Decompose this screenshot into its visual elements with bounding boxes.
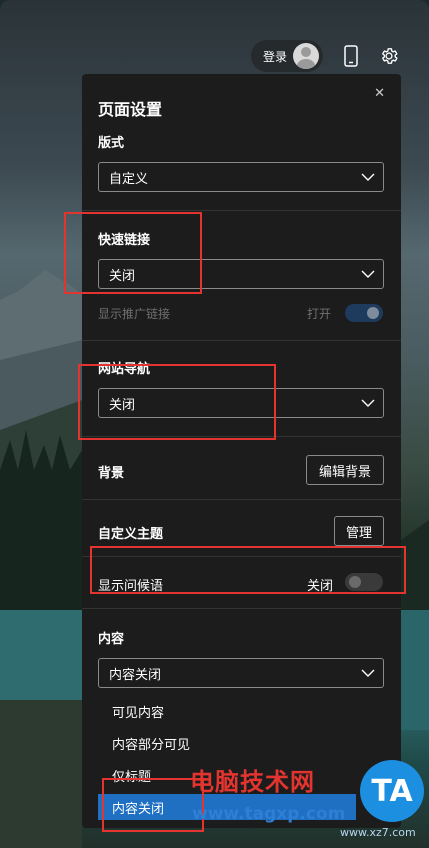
content-select[interactable]: 内容关闭 <box>98 658 384 688</box>
chevron-down-icon <box>361 270 375 278</box>
watermark-logo-text: TA <box>371 773 413 809</box>
top-bar: 登录 <box>250 40 399 72</box>
layout-select[interactable]: 自定义 <box>98 162 384 192</box>
manage-theme-button[interactable]: 管理 <box>334 516 384 546</box>
toggle-knob <box>367 307 379 319</box>
custom-theme-label: 自定义主题 <box>98 527 164 542</box>
divider <box>82 499 401 500</box>
content-option[interactable]: 可见内容 <box>98 698 356 724</box>
page-settings-panel: ✕ 页面设置 版式 自定义 快速链接 关闭 显示推广链接 打开 网站导航 关闭 … <box>82 74 401 828</box>
annotation-box <box>102 778 204 832</box>
gear-icon[interactable] <box>379 44 399 68</box>
divider <box>82 210 401 211</box>
chevron-down-icon <box>361 399 375 407</box>
layout-value: 自定义 <box>109 171 149 187</box>
avatar <box>293 43 319 69</box>
divider <box>82 340 401 341</box>
promo-links-toggle[interactable] <box>345 304 383 322</box>
watermark-site2: www.xz7.com <box>340 826 416 839</box>
edit-background-button[interactable]: 编辑背景 <box>306 455 384 485</box>
background-label: 背景 <box>98 466 125 481</box>
promo-links-state: 打开 <box>307 307 332 321</box>
content-label: 内容 <box>98 632 125 647</box>
phone-icon[interactable] <box>341 44 361 68</box>
layout-label: 版式 <box>98 136 125 151</box>
annotation-box <box>78 364 276 440</box>
promo-links-label: 显示推广链接 <box>98 307 171 321</box>
divider <box>82 608 401 609</box>
watermark-url: www.tagxp.com <box>192 804 346 824</box>
panel-title: 页面设置 <box>98 100 163 119</box>
chevron-down-icon <box>361 669 375 677</box>
watermark-logo: TA <box>360 760 424 822</box>
chevron-down-icon <box>361 173 375 181</box>
login-label: 登录 <box>262 49 287 64</box>
watermark-text: 电脑技术网 <box>190 768 315 796</box>
content-option[interactable]: 内容部分可见 <box>98 730 356 756</box>
annotation-box <box>90 546 406 594</box>
content-value: 内容关闭 <box>109 667 162 683</box>
annotation-box <box>64 212 202 294</box>
login-button[interactable]: 登录 <box>250 40 323 72</box>
close-icon[interactable]: ✕ <box>374 86 385 101</box>
